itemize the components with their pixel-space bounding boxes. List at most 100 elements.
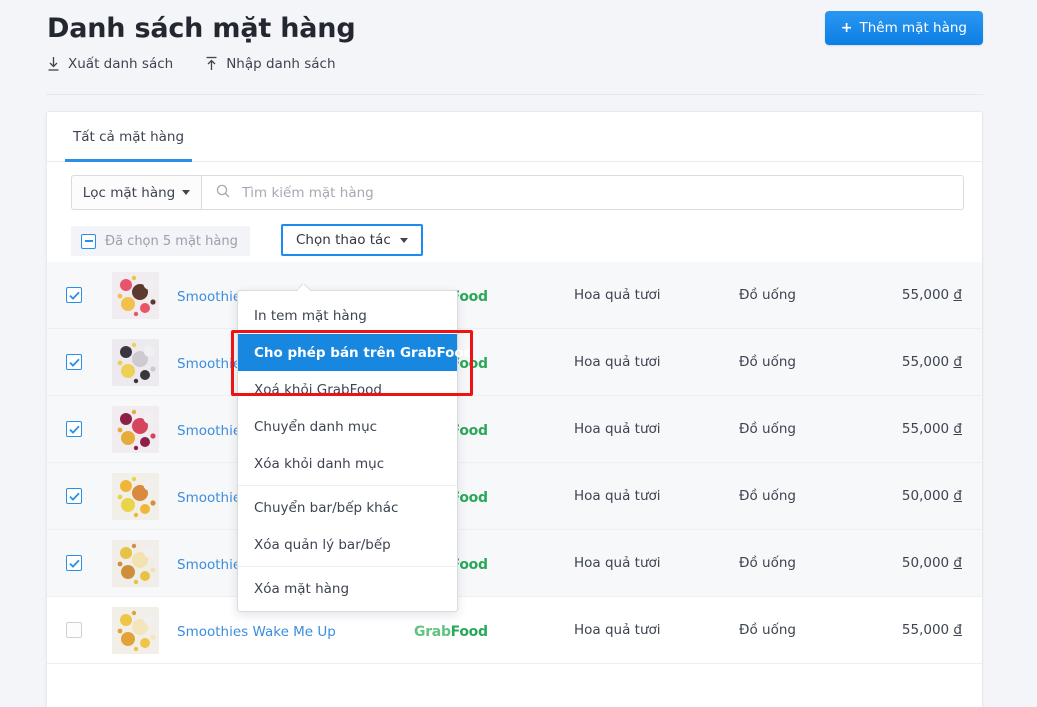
menu-separator: [238, 485, 457, 486]
selected-count-label: Đã chọn 5 mặt hàng: [105, 234, 238, 249]
table-row[interactable]: Smoothies Mango SunGrabFoodHoa quả tươiĐ…: [47, 463, 982, 530]
item-list-card: Tất cả mặt hàng Lọc mặt hàng Đã chọn 5 m…: [46, 111, 983, 707]
upload-icon: [205, 56, 218, 72]
row-checkbox-cell: [47, 421, 101, 437]
grabfood-logo: GrabFood: [414, 624, 488, 640]
header-actions: Xuất danh sách Nhập danh sách: [47, 56, 336, 72]
toolbar: Lọc mặt hàng: [47, 162, 982, 222]
item-name-link[interactable]: Smoothies Wake Me Up: [177, 624, 336, 640]
row-thumbnail-cell: [101, 607, 169, 654]
row-checkbox[interactable]: [66, 421, 82, 437]
plus-icon: +: [841, 21, 853, 35]
row-category-cell: Hoa quả tươi: [574, 354, 739, 370]
row-type-cell: Đồ uống: [739, 488, 864, 504]
row-category-cell: Hoa quả tươi: [574, 421, 739, 437]
item-thumbnail: [112, 607, 159, 654]
dropdown-menu-item[interactable]: Chuyển danh mục: [238, 408, 457, 445]
dropdown-menu-item[interactable]: Xóa quản lý bar/bếp: [238, 526, 457, 563]
item-thumbnail: [112, 540, 159, 587]
row-category-cell: Hoa quả tươi: [574, 622, 739, 638]
row-type-cell: Đồ uống: [739, 287, 864, 303]
add-item-button[interactable]: + Thêm mặt hàng: [825, 11, 983, 45]
download-icon: [47, 56, 60, 72]
row-checkbox-cell: [47, 555, 101, 571]
action-dropdown-menu[interactable]: In tem mặt hàngCho phép bán trên GrabFoo…: [237, 290, 458, 612]
row-checkbox-cell: [47, 354, 101, 370]
dropdown-menu-item[interactable]: Xoá khỏi GrabFood: [238, 371, 457, 408]
row-price-cell: 50,000 đ: [864, 488, 982, 504]
menu-separator: [238, 566, 457, 567]
row-thumbnail-cell: [101, 540, 169, 587]
currency-symbol: đ: [953, 555, 962, 571]
dropdown-menu-item[interactable]: In tem mặt hàng: [238, 297, 457, 334]
choose-action-button[interactable]: Chọn thao tác: [281, 224, 423, 256]
row-category-cell: Hoa quả tươi: [574, 555, 739, 571]
currency-symbol: đ: [953, 622, 962, 638]
row-checkbox[interactable]: [66, 287, 82, 303]
currency-symbol: đ: [953, 287, 962, 303]
row-price-cell: 55,000 đ: [864, 421, 982, 437]
search-box[interactable]: [201, 175, 964, 210]
row-name-cell: Smoothies Wake Me Up: [169, 621, 414, 640]
table-row[interactable]: Smoothies Wake Me Up GrabFood Hoa quả tươi…: [47, 597, 982, 664]
item-thumbnail: [112, 406, 159, 453]
export-list-link[interactable]: Xuất danh sách: [47, 56, 173, 72]
row-type-cell: Đồ uống: [739, 421, 864, 437]
import-list-link[interactable]: Nhập danh sách: [205, 56, 335, 72]
item-thumbnail: [112, 272, 159, 319]
search-input[interactable]: [240, 176, 963, 209]
row-checkbox[interactable]: [66, 488, 82, 504]
import-list-label: Nhập danh sách: [226, 56, 335, 72]
choose-action-label: Chọn thao tác: [296, 232, 391, 248]
row-checkbox-cell: [47, 287, 101, 303]
dropdown-menu-item[interactable]: Cho phép bán trên GrabFood: [238, 334, 457, 371]
row-price-cell: 55,000 đ: [864, 622, 982, 638]
row-checkbox[interactable]: [66, 354, 82, 370]
table-row[interactable]: Smoothies Kong MuscleGrabFoodHoa quả tươ…: [47, 530, 982, 597]
tab-all-items-label: Tất cả mặt hàng: [73, 129, 184, 145]
page-title: Danh sách mặt hàng: [47, 13, 355, 44]
filter-items-button[interactable]: Lọc mặt hàng: [71, 175, 201, 210]
item-thumbnail: [112, 339, 159, 386]
row-category-cell: Hoa quả tươi: [574, 287, 739, 303]
row-price-cell: 55,000 đ: [864, 354, 982, 370]
tab-all-items[interactable]: Tất cả mặt hàng: [65, 112, 192, 162]
filter-items-label: Lọc mặt hàng: [83, 185, 175, 201]
table-row[interactable]: Smoothies Berry BoostGrabFoodHoa quả tươ…: [47, 329, 982, 396]
bulk-action-bar: Đã chọn 5 mặt hàng Chọn thao tác: [47, 222, 982, 262]
row-thumbnail-cell: [101, 406, 169, 453]
search-icon: [216, 183, 230, 202]
dropdown-menu-item[interactable]: Xóa khỏi danh mục: [238, 445, 457, 482]
page-header: Danh sách mặt hàng Xuất danh sách Nhập: [0, 0, 1037, 96]
row-checkbox[interactable]: [66, 622, 82, 638]
select-all-indeterminate-checkbox[interactable]: [81, 234, 96, 249]
row-thumbnail-cell: [101, 339, 169, 386]
row-checkbox-cell: [47, 488, 101, 504]
currency-symbol: đ: [953, 488, 962, 504]
table-row[interactable]: Smoothies Fruity MixGrabFoodHoa quả tươi…: [47, 262, 982, 329]
dropdown-caret-icon: [298, 284, 310, 291]
header-divider: [46, 94, 983, 95]
currency-symbol: đ: [953, 421, 962, 437]
table-row[interactable]: Smoothies Red VelvetGrabFoodHoa quả tươi…: [47, 396, 982, 463]
row-type-cell: Đồ uống: [739, 354, 864, 370]
row-type-cell: Đồ uống: [739, 622, 864, 638]
dropdown-menu-item[interactable]: Chuyển bar/bếp khác: [238, 489, 457, 526]
selected-count-chip[interactable]: Đã chọn 5 mặt hàng: [71, 226, 250, 256]
dropdown-menu-item[interactable]: Xóa mặt hàng: [238, 570, 457, 607]
add-item-label: Thêm mặt hàng: [859, 20, 967, 36]
row-thumbnail-cell: [101, 473, 169, 520]
row-checkbox-cell: [47, 622, 101, 638]
row-type-cell: Đồ uống: [739, 555, 864, 571]
tab-bar: Tất cả mặt hàng: [47, 112, 982, 162]
item-table: Smoothies Fruity MixGrabFoodHoa quả tươi…: [47, 262, 982, 664]
chevron-down-icon: [400, 238, 408, 243]
item-thumbnail: [112, 473, 159, 520]
currency-symbol: đ: [953, 354, 962, 370]
chevron-down-icon: [182, 190, 190, 195]
export-list-label: Xuất danh sách: [68, 56, 173, 72]
row-thumbnail-cell: [101, 272, 169, 319]
row-category-cell: Hoa quả tươi: [574, 488, 739, 504]
row-checkbox[interactable]: [66, 555, 82, 571]
row-channel-cell: GrabFood: [414, 621, 574, 640]
